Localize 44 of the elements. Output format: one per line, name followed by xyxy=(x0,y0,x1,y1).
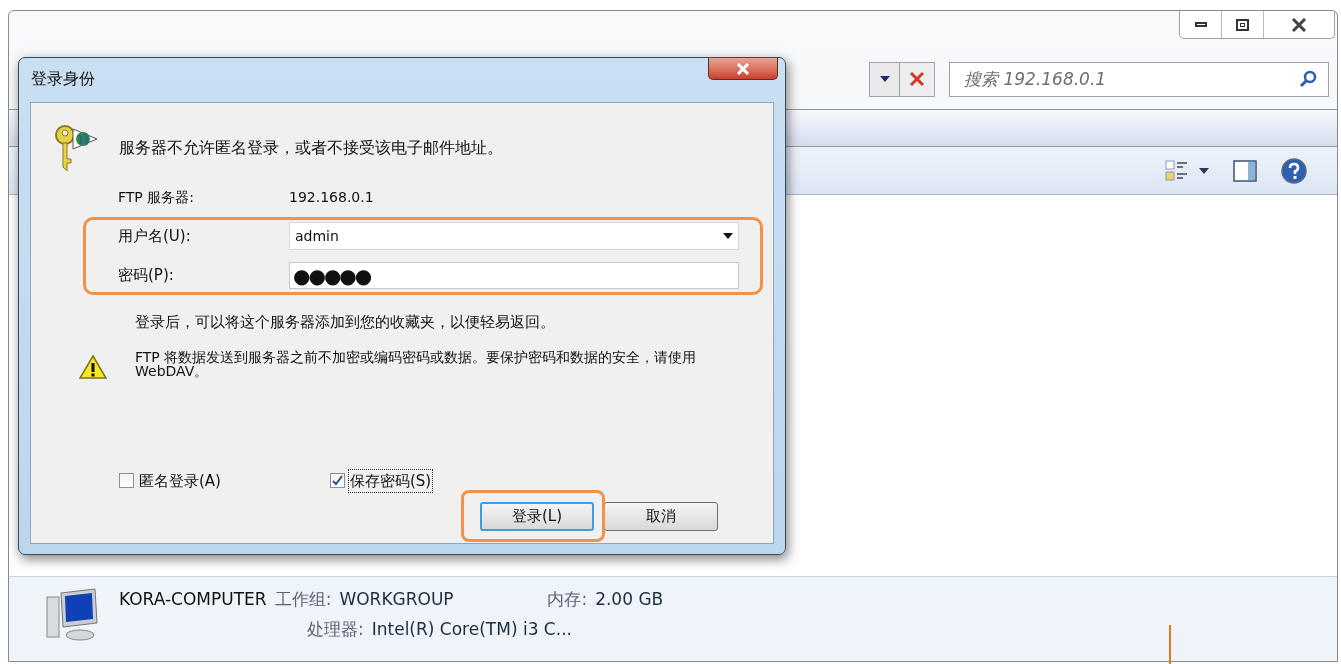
detail-label: 内存: xyxy=(547,588,588,611)
dialog-button[interactable]: 登录(L) xyxy=(480,502,594,531)
stop-button[interactable] xyxy=(899,61,935,97)
caret-icon xyxy=(1199,167,1209,174)
search-icon xyxy=(1299,69,1317,88)
checkbox-label: 保存密码(S) xyxy=(348,469,433,492)
dialog-title: 登录身份 xyxy=(31,68,95,90)
password-label: 密码(P): xyxy=(118,265,175,287)
minimize-icon xyxy=(1194,22,1207,27)
stop-icon xyxy=(909,71,925,87)
view-list-icon xyxy=(1165,159,1189,182)
detail-label: 工作组: xyxy=(274,588,332,611)
key-globe-icon xyxy=(53,123,99,173)
preview-pane-icon xyxy=(1233,159,1257,182)
server-label: FTP 服务器: xyxy=(118,188,195,207)
caret-icon xyxy=(723,233,733,239)
annotation-line xyxy=(1169,625,1171,664)
error-message: 服务器不允许匿名登录，或者不接受该电子邮件地址。 xyxy=(119,137,503,159)
dropdown-arrow-button[interactable] xyxy=(869,61,899,97)
checkbox[interactable] xyxy=(119,473,134,489)
username-combo-field[interactable]: admin xyxy=(289,222,739,250)
close-icon xyxy=(736,62,750,75)
warning-icon xyxy=(79,353,107,380)
close-icon xyxy=(1291,17,1307,32)
checkbox[interactable] xyxy=(329,473,345,489)
checkbox-label: 匿名登录(A) xyxy=(138,470,222,492)
security-warning: FTP 将数据发送到服务器之前不加密或编码密码或数据。要保护密码和数据的安全，请使用 WebDAV。 xyxy=(135,349,698,378)
close-button[interactable] xyxy=(708,58,778,80)
preview-pane-button[interactable] xyxy=(1233,159,1257,182)
help-icon[interactable] xyxy=(1281,157,1307,184)
view-options-button[interactable] xyxy=(1165,159,1209,182)
username-label: 用户名(U): xyxy=(118,225,192,247)
detail-value: 2.00 GB xyxy=(595,588,664,611)
favorites-note: 登录后，可以将这个服务器添加到您的收藏夹，以便轻易返回。 xyxy=(134,312,556,333)
detail-value: Intel(R) Core(TM) i3 C... xyxy=(371,617,572,641)
computer-name: KORA-COMPUTER xyxy=(119,588,267,611)
server-address: 192.168.0.1 xyxy=(289,188,374,207)
maximize-icon xyxy=(1236,18,1249,31)
caret-icon xyxy=(879,76,890,82)
detail-label: 处理器: xyxy=(307,617,364,641)
password-field[interactable]: ●●●●● xyxy=(289,262,739,289)
search-field[interactable]: 搜索 192.168.0.1 xyxy=(949,61,1329,97)
dialog-button[interactable]: 取消 xyxy=(604,502,718,531)
detail-value: WORKGROUP xyxy=(339,588,455,611)
